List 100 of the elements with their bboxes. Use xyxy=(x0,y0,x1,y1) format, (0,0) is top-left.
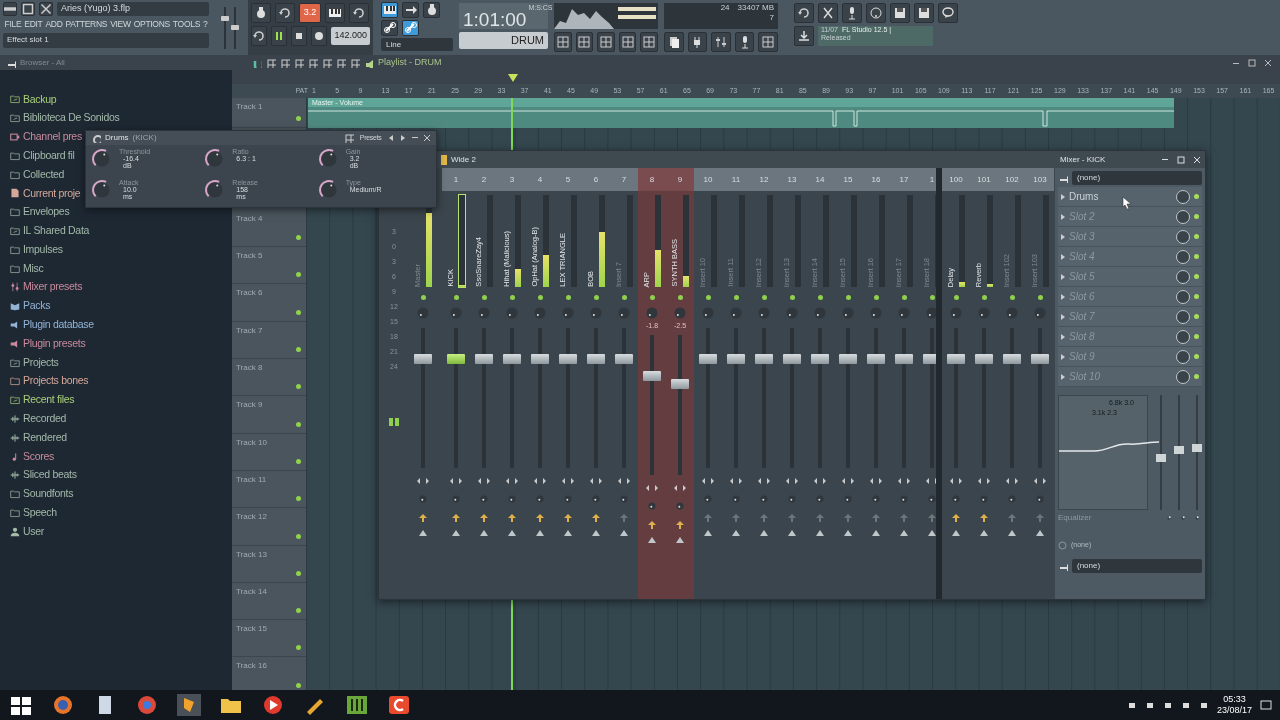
stereo-arrows-icon[interactable] xyxy=(450,478,462,484)
playhead-marker-icon[interactable] xyxy=(508,74,518,82)
menu-item[interactable]: VIEW xyxy=(108,18,133,31)
browser-item[interactable]: Rendered xyxy=(10,428,67,448)
stereo-arrows-icon[interactable] xyxy=(1006,478,1018,484)
browser-item[interactable]: Speech xyxy=(10,503,57,523)
slot-enable-led[interactable] xyxy=(1194,294,1199,299)
stereo-arrows-icon[interactable] xyxy=(646,485,658,491)
fader-handle[interactable] xyxy=(1031,354,1049,364)
led-icon[interactable] xyxy=(296,496,301,502)
arrow-button[interactable] xyxy=(402,2,419,18)
menu-item[interactable]: PATTERNS xyxy=(64,18,109,31)
browser-item[interactable]: Backup xyxy=(10,90,57,109)
stereo-arrows-icon[interactable] xyxy=(674,485,686,491)
slot-enable-led[interactable] xyxy=(1194,214,1199,219)
undo-button[interactable] xyxy=(794,3,814,23)
browser-item[interactable]: Plugin database xyxy=(10,315,94,335)
led-icon[interactable] xyxy=(649,295,655,300)
link-button[interactable] xyxy=(402,20,419,36)
pattern-song-toggle[interactable]: 3.2 xyxy=(299,3,321,23)
stereo-arrows-icon[interactable] xyxy=(730,478,742,484)
effect-slot[interactable]: Drums xyxy=(1058,187,1202,207)
browser-button[interactable] xyxy=(618,32,637,52)
slot-enable-led[interactable] xyxy=(1194,274,1199,279)
mix-knob[interactable] xyxy=(1176,229,1190,244)
sliders-button[interactable] xyxy=(711,32,731,52)
mix-knob[interactable] xyxy=(1176,209,1190,224)
slider-thumb[interactable] xyxy=(1174,446,1184,455)
mix-knob[interactable] xyxy=(1176,349,1190,364)
led-icon[interactable] xyxy=(845,295,851,300)
browser-item[interactable]: Channel pres xyxy=(10,127,82,147)
expand-arrow-icon[interactable] xyxy=(1061,193,1065,200)
fader-handle[interactable] xyxy=(531,354,549,364)
led-icon[interactable] xyxy=(1009,295,1015,300)
fader-handle[interactable] xyxy=(975,354,993,364)
stereo-arrows-icon[interactable] xyxy=(417,478,429,484)
knob-button[interactable] xyxy=(423,2,440,18)
fader-handle[interactable] xyxy=(671,379,689,390)
led-icon[interactable] xyxy=(929,295,935,300)
stereo-arrows-icon[interactable] xyxy=(506,478,518,484)
stereo-arrows-icon[interactable] xyxy=(898,478,910,484)
mix-knob[interactable] xyxy=(1176,289,1190,304)
browser-item[interactable]: Envelopes xyxy=(10,202,70,222)
menu-item[interactable]: FILE xyxy=(3,18,23,31)
led-icon[interactable] xyxy=(537,295,543,300)
browser-item[interactable]: Mixer presets xyxy=(10,277,83,297)
led-icon[interactable] xyxy=(565,295,571,300)
fader-handle[interactable] xyxy=(867,354,885,364)
expand-arrow-icon[interactable] xyxy=(1061,333,1065,340)
led-icon[interactable] xyxy=(296,458,301,464)
led-icon[interactable] xyxy=(296,309,301,315)
mix-knob[interactable] xyxy=(1176,369,1190,384)
output-dropdown[interactable]: (none) xyxy=(1072,558,1202,573)
pages-button[interactable] xyxy=(664,32,684,52)
expand-arrow-icon[interactable] xyxy=(1061,273,1065,280)
led-icon[interactable] xyxy=(296,384,301,390)
led-icon[interactable] xyxy=(296,235,301,241)
stereo-arrows-icon[interactable] xyxy=(926,478,936,484)
play-button[interactable] xyxy=(271,26,288,46)
chat-button[interactable] xyxy=(938,3,958,23)
fader-handle[interactable] xyxy=(414,354,432,364)
browser-item[interactable]: Current proje xyxy=(10,184,81,203)
slot-enable-led[interactable] xyxy=(1194,194,1199,199)
led-icon[interactable] xyxy=(1037,295,1043,300)
browser-item[interactable]: Recorded xyxy=(10,409,67,429)
browser-item[interactable]: Biblioteca De Sonidos xyxy=(10,108,120,128)
fader-handle[interactable] xyxy=(1003,354,1021,364)
led-icon[interactable] xyxy=(761,295,767,300)
stereo-arrows-icon[interactable] xyxy=(702,478,714,484)
expand-arrow-icon[interactable] xyxy=(1061,213,1065,220)
grid-icon[interactable] xyxy=(8,694,34,716)
fader-handle[interactable] xyxy=(783,354,801,364)
browser-item[interactable]: Soundfonts xyxy=(10,484,74,504)
slider-thumb[interactable] xyxy=(1156,453,1166,462)
led-icon[interactable] xyxy=(296,570,301,576)
snap-dropdown[interactable]: Line xyxy=(381,38,453,51)
slider-thumb[interactable] xyxy=(231,25,239,30)
led-icon[interactable] xyxy=(296,116,301,121)
browser-item[interactable]: Sliced beats xyxy=(10,465,77,485)
playlist-button[interactable] xyxy=(575,32,594,52)
close-button[interactable] xyxy=(1264,58,1272,67)
maximize-button[interactable] xyxy=(1177,155,1185,164)
c-letter-shape-icon[interactable] xyxy=(386,694,412,716)
browser-item[interactable]: User xyxy=(10,522,44,542)
preset-icon[interactable] xyxy=(441,154,447,165)
preset-name[interactable]: Wide 2 xyxy=(451,153,476,166)
cut-button[interactable] xyxy=(818,3,838,23)
led-icon[interactable] xyxy=(296,608,301,614)
fader-handle[interactable] xyxy=(447,354,465,364)
led-icon[interactable] xyxy=(296,533,301,539)
led-icon[interactable] xyxy=(296,645,301,651)
piano-roll-button[interactable] xyxy=(597,32,615,52)
expand-arrow-icon[interactable] xyxy=(1061,313,1065,320)
restore-button[interactable] xyxy=(1248,58,1256,67)
sequencer-button[interactable] xyxy=(554,32,572,52)
fader-handle[interactable] xyxy=(475,354,493,364)
pattern-selector[interactable]: DRUM xyxy=(459,32,548,49)
browser-item[interactable]: Clipboard fil xyxy=(10,146,75,166)
stop-button[interactable] xyxy=(291,26,308,46)
stereo-arrows-icon[interactable] xyxy=(618,478,630,484)
